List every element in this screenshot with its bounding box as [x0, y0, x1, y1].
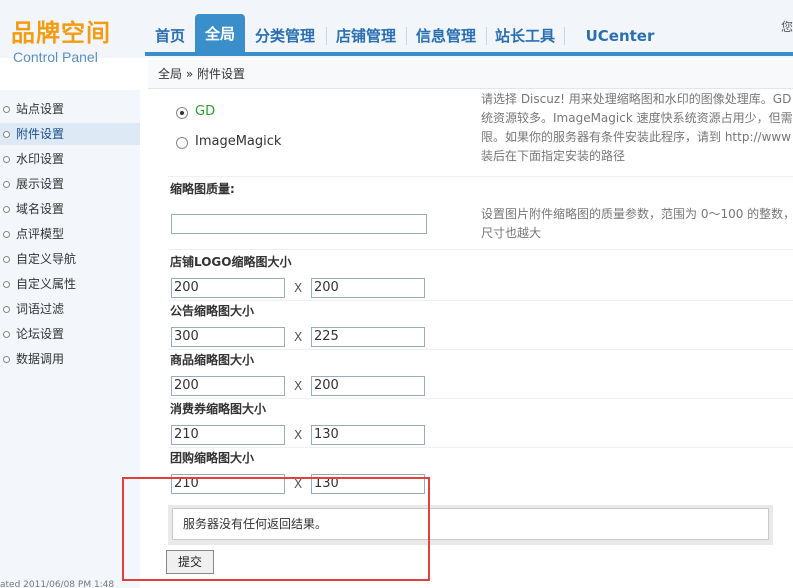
bullet-icon [3, 156, 10, 163]
coupon-size-label: 消费券缩略图大小 [170, 402, 267, 416]
sidebar-item-custom-attr[interactable]: 自定义属性 [0, 273, 140, 295]
notice-width-input[interactable]: 300 [171, 327, 285, 347]
sidebar-item-forum[interactable]: 论坛设置 [0, 323, 140, 345]
option-gd-label[interactable]: GD [195, 104, 215, 119]
thumb-quality-help: 设置图片附件缩略图的质量参数，范围为 0～100 的整数， 尺寸也越大 [481, 205, 793, 243]
sidebar: 站点设置 附件设置 水印设置 展示设置 域名设置 点评模型 自定义导航 自定义属… [0, 90, 140, 588]
help-line: 装后在下面指定安装的路径 [481, 149, 626, 163]
help-line: 限。如果你的服务器有条件安装此程序，请到 http://www [481, 130, 792, 144]
bullet-icon [3, 356, 10, 363]
sidebar-item-label: 站点设置 [16, 102, 65, 116]
store-logo-size-label: 店铺LOGO缩略图大小 [170, 255, 292, 269]
bullet-icon [3, 231, 10, 238]
breadcrumb: 全局 » 附件设置 [148, 60, 793, 89]
image-lib-help: 请选择 Discuz! 用来处理缩略图和水印的图像处理库。GD 统资源较多。Im… [481, 90, 793, 166]
version-text: ated 2011/06/08 PM 1:48 [0, 580, 115, 588]
coupon-width-input[interactable]: 210 [171, 425, 285, 445]
sidebar-item-label: 展示设置 [16, 177, 65, 191]
sidebar-item-label: 自定义属性 [16, 277, 77, 291]
sidebar-item-display[interactable]: 展示设置 [0, 173, 140, 195]
sidebar-item-watermark[interactable]: 水印设置 [0, 148, 140, 170]
sidebar-item-label: 水印设置 [16, 152, 65, 166]
bullet-icon [3, 256, 10, 263]
size-separator: X [294, 281, 303, 295]
tab-global[interactable]: 全局 [195, 14, 245, 54]
thumb-quality-label: 缩略图质量: [170, 182, 235, 196]
option-imagemagick-label[interactable]: ImageMagick [195, 134, 281, 149]
product-width-input[interactable]: 200 [171, 376, 285, 396]
sidebar-item-site[interactable]: 站点设置 [0, 98, 140, 120]
size-separator: X [294, 379, 303, 393]
breadcrumb-text: 全局 » 附件设置 [158, 67, 245, 81]
bullet-icon [3, 181, 10, 188]
tab-tools[interactable]: 站长工具 [487, 22, 563, 54]
brand-logo: 品牌空间 [11, 19, 111, 47]
size-separator: X [294, 330, 303, 344]
sidebar-item-custom-nav[interactable]: 自定义导航 [0, 248, 140, 270]
brand-subtitle: Control Panel [13, 49, 98, 65]
thumb-quality-input[interactable] [171, 214, 427, 234]
bullet-icon [3, 131, 10, 138]
sidebar-item-word-filter[interactable]: 词语过滤 [0, 298, 140, 320]
tab-category[interactable]: 分类管理 [245, 22, 325, 54]
top-header: 品牌空间 Control Panel 首页 全局 分类管理 店铺管理 信息管理 … [0, 0, 793, 65]
bullet-icon [3, 106, 10, 113]
user-greeting: 您 [780, 20, 793, 34]
help-line: 尺寸也越大 [481, 226, 542, 240]
notice-size-label: 公告缩略图大小 [170, 304, 255, 318]
product-height-input[interactable]: 200 [311, 376, 425, 396]
bullet-icon [3, 206, 10, 213]
sidebar-item-domain[interactable]: 域名设置 [0, 198, 140, 220]
radio-gd[interactable] [176, 107, 188, 119]
row-divider [168, 447, 793, 448]
tab-home[interactable]: 首页 [145, 22, 195, 54]
bullet-icon [3, 331, 10, 338]
sidebar-item-review-model[interactable]: 点评模型 [0, 223, 140, 245]
bullet-icon [3, 281, 10, 288]
tab-info[interactable]: 信息管理 [407, 22, 485, 54]
help-line: 设置图片附件缩略图的质量参数，范围为 0～100 的整数， [481, 207, 793, 221]
sidebar-item-label: 词语过滤 [16, 302, 65, 316]
row-divider [168, 176, 793, 177]
coupon-height-input[interactable]: 130 [311, 425, 425, 445]
sidebar-item-data-call[interactable]: 数据调用 [0, 348, 140, 370]
sidebar-item-label: 论坛设置 [16, 327, 65, 341]
help-line: 请选择 Discuz! 用来处理缩略图和水印的图像处理库。GD [481, 92, 792, 106]
row-divider [168, 300, 793, 301]
sidebar-item-label: 自定义导航 [16, 252, 77, 266]
tab-stores[interactable]: 店铺管理 [327, 22, 405, 54]
groupbuy-size-label: 团购缩略图大小 [170, 451, 255, 465]
help-line: 统资源较多。ImageMagick 速度快系统资源占用少，但需 [481, 111, 793, 125]
sidebar-item-label: 点评模型 [16, 227, 65, 241]
row-divider [168, 349, 793, 350]
nav-underline [145, 52, 793, 56]
size-separator: X [294, 428, 303, 442]
sidebar-item-attachment[interactable]: 附件设置 [0, 123, 140, 145]
store-logo-height-input[interactable]: 200 [311, 278, 425, 298]
sidebar-item-label: 附件设置 [16, 127, 65, 141]
row-divider [168, 249, 793, 250]
product-size-label: 商品缩略图大小 [170, 353, 255, 367]
bullet-icon [3, 306, 10, 313]
radio-imagemagick[interactable] [176, 137, 188, 149]
row-divider [168, 398, 793, 399]
notice-height-input[interactable]: 225 [311, 327, 425, 347]
store-logo-width-input[interactable]: 200 [171, 278, 285, 298]
highlight-box [122, 477, 430, 581]
tab-ucenter[interactable]: UCenter [565, 22, 675, 54]
sidebar-item-label: 数据调用 [16, 352, 65, 366]
sidebar-item-label: 域名设置 [16, 202, 65, 216]
